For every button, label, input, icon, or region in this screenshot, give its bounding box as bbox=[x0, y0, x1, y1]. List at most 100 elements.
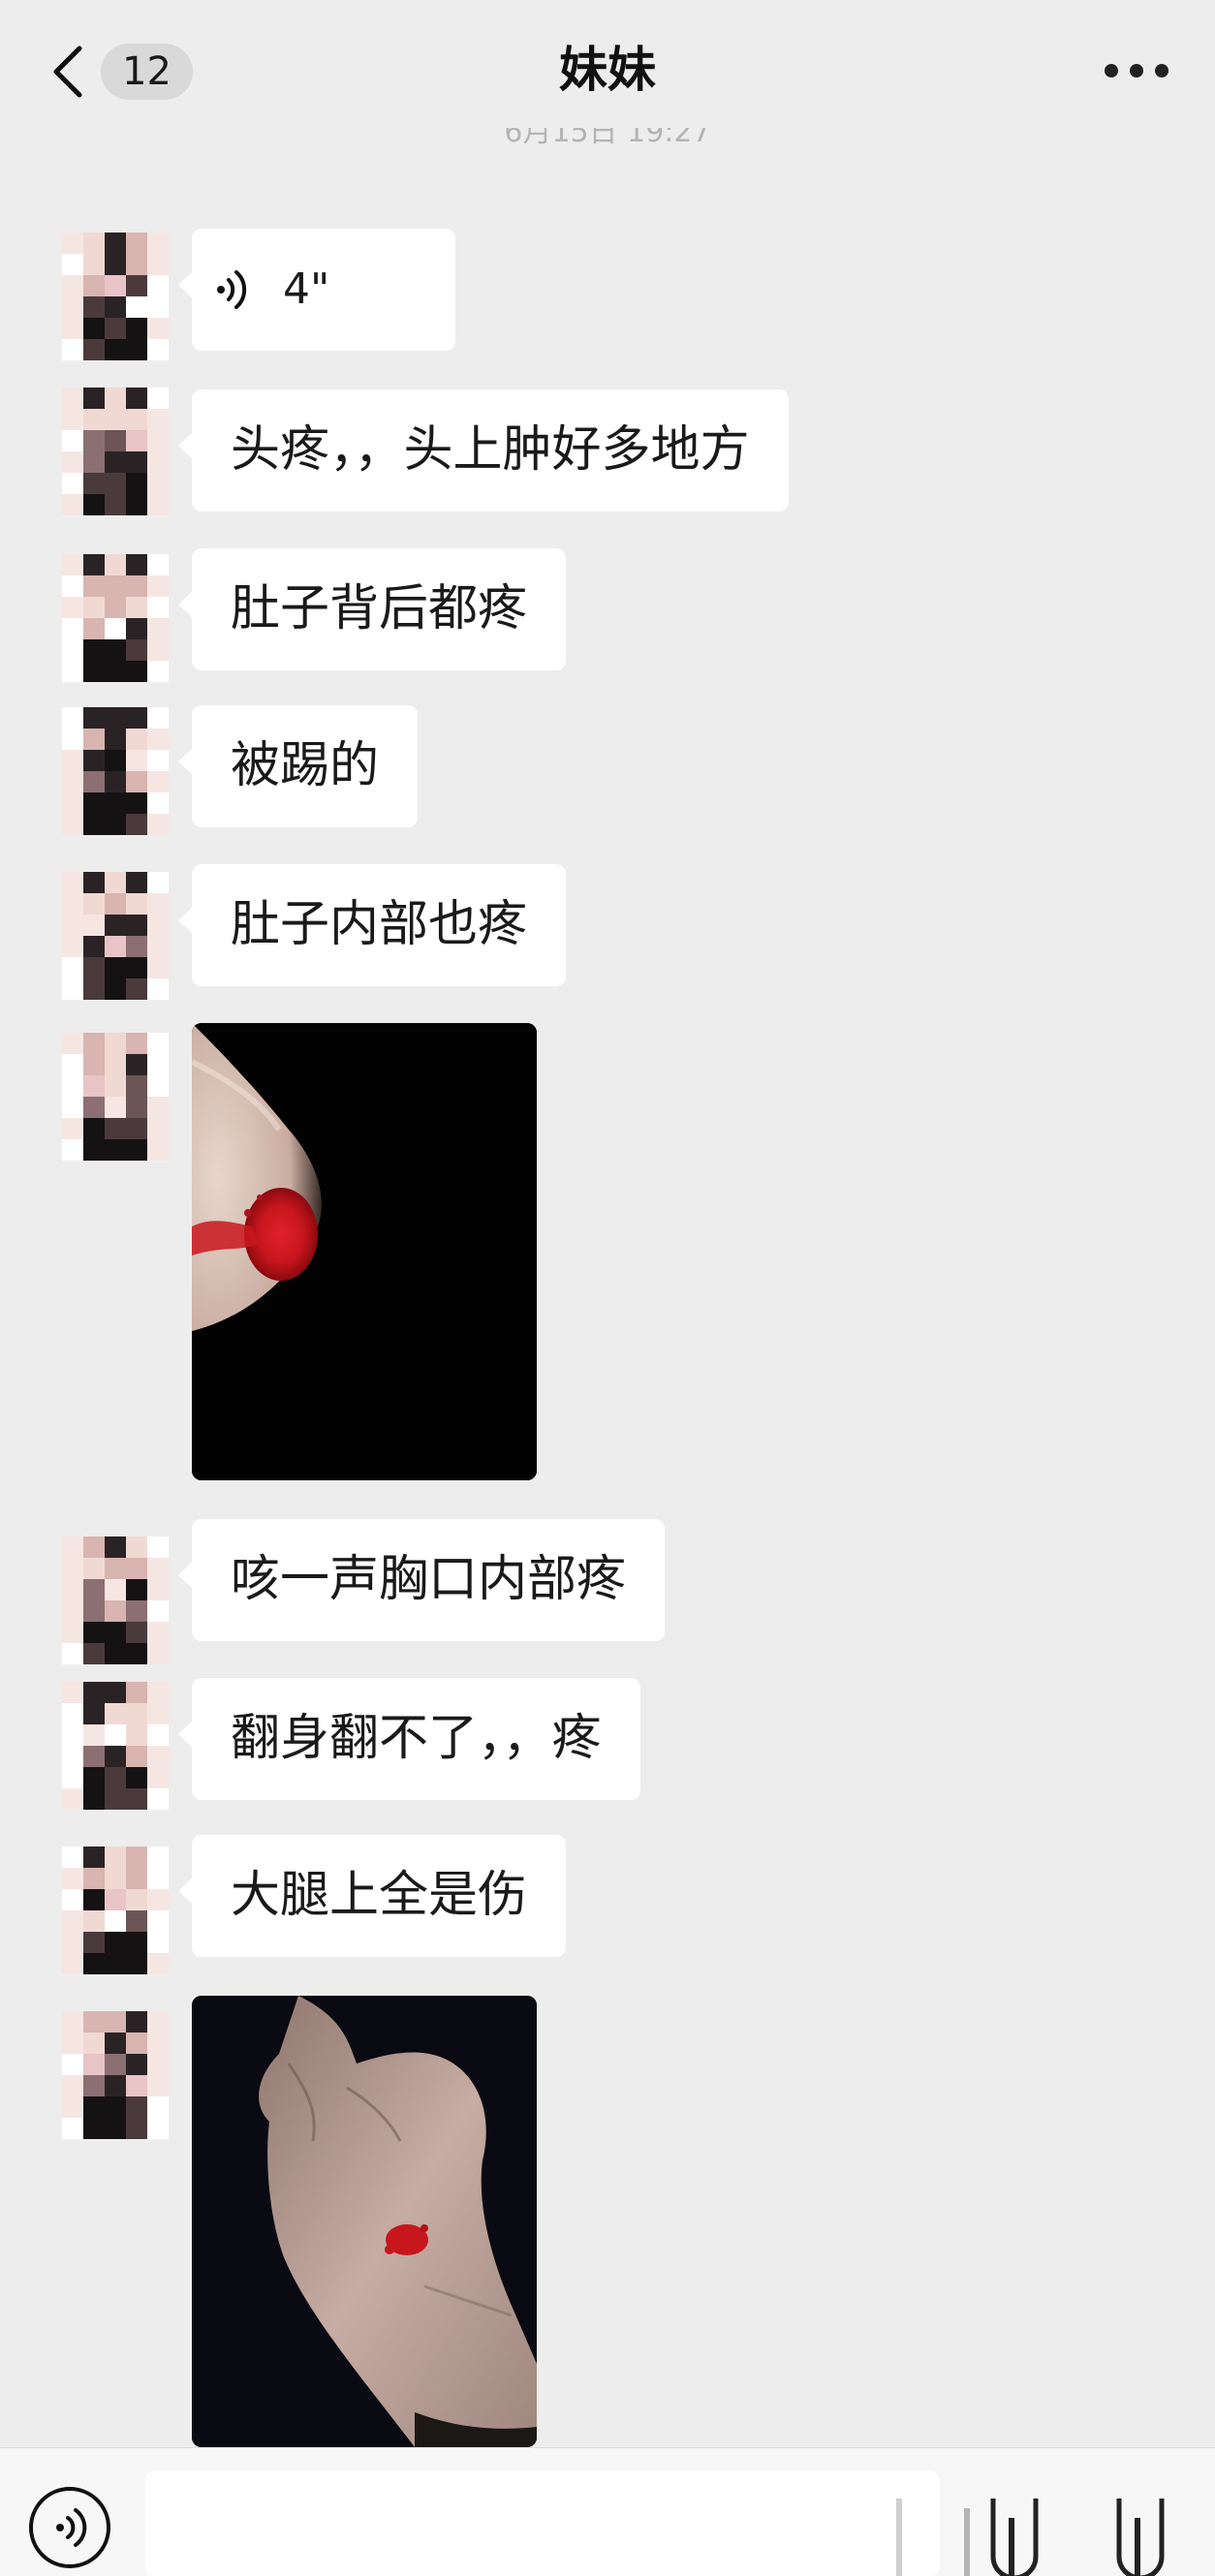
message-input[interactable] bbox=[145, 2471, 940, 2576]
avatar-pixel bbox=[126, 893, 147, 915]
chat-title: 妹妹 bbox=[559, 42, 656, 98]
avatar-pixel bbox=[126, 1703, 147, 1724]
avatar-pixel bbox=[83, 1932, 105, 1953]
avatar[interactable] bbox=[62, 1536, 169, 1666]
photo-message[interactable] bbox=[192, 1996, 537, 2447]
avatar-pixel bbox=[105, 1868, 126, 1889]
avatar-pixel bbox=[126, 915, 147, 936]
avatar-pixel bbox=[62, 2054, 83, 2075]
avatar[interactable] bbox=[62, 1033, 169, 1163]
avatar-pixel bbox=[83, 451, 105, 473]
avatar-pixel bbox=[62, 618, 83, 639]
chat-header: 12 妹妹 bbox=[0, 0, 1215, 145]
avatar-pixel bbox=[126, 339, 147, 360]
avatar-pixel bbox=[105, 978, 126, 1000]
avatar-pixel bbox=[126, 771, 147, 792]
text-message[interactable]: 被踢的 bbox=[177, 705, 419, 827]
avatar-pixel bbox=[105, 1847, 126, 1868]
avatar-pixel bbox=[62, 2075, 83, 2096]
avatar[interactable] bbox=[62, 707, 169, 837]
avatar[interactable] bbox=[62, 2011, 169, 2141]
avatar-pixel bbox=[147, 296, 169, 318]
avatar-pixel bbox=[147, 1868, 169, 1889]
avatar-pixel bbox=[83, 707, 105, 729]
avatar[interactable] bbox=[62, 233, 169, 362]
avatar-pixel bbox=[147, 494, 169, 515]
avatar-pixel bbox=[62, 554, 83, 575]
avatar-pixel bbox=[126, 1847, 147, 1868]
emoji-and-plus-icons[interactable] bbox=[887, 2469, 1206, 2576]
avatar-pixel bbox=[83, 296, 105, 318]
avatar-pixel bbox=[62, 1703, 83, 1724]
avatar-pixel bbox=[105, 296, 126, 318]
avatar-pixel bbox=[126, 1033, 147, 1054]
avatar-pixel bbox=[105, 729, 126, 750]
avatar-pixel bbox=[147, 1889, 169, 1910]
avatar-pixel bbox=[62, 430, 83, 451]
avatar-pixel bbox=[126, 1600, 147, 1622]
avatar-pixel bbox=[83, 1054, 105, 1075]
message-text: 被踢的 bbox=[231, 737, 380, 794]
avatar-pixel bbox=[62, 936, 83, 957]
voice-message[interactable]: 4" bbox=[178, 229, 455, 351]
avatar[interactable] bbox=[62, 1847, 169, 1976]
ellipsis-icon[interactable] bbox=[1105, 62, 1168, 81]
avatar-pixel bbox=[105, 2011, 126, 2033]
avatar-pixel bbox=[83, 339, 105, 360]
avatar-pixel bbox=[126, 1097, 147, 1118]
text-message[interactable]: 肚子内部也疼 bbox=[177, 864, 567, 986]
avatar-pixel bbox=[62, 1910, 83, 1932]
avatar-pixel bbox=[105, 1910, 126, 1932]
avatar-pixel bbox=[62, 2033, 83, 2054]
avatar-pixel bbox=[126, 2054, 147, 2075]
avatar-pixel bbox=[147, 388, 169, 409]
avatar-pixel bbox=[126, 451, 147, 473]
avatar[interactable] bbox=[62, 1682, 169, 1812]
avatar[interactable] bbox=[62, 554, 169, 684]
avatar-pixel bbox=[147, 1097, 169, 1118]
avatar-pixel bbox=[83, 1097, 105, 1118]
avatar-pixel bbox=[105, 254, 126, 275]
avatar-pixel bbox=[105, 575, 126, 597]
avatar-pixel bbox=[62, 1054, 83, 1075]
avatar-pixel bbox=[105, 1054, 126, 1075]
avatar-pixel bbox=[83, 1724, 105, 1746]
avatar-pixel bbox=[126, 2033, 147, 2054]
avatar[interactable] bbox=[62, 388, 169, 517]
avatar-pixel bbox=[147, 1622, 169, 1643]
avatar-pixel bbox=[62, 707, 83, 729]
photo-message[interactable] bbox=[192, 1023, 537, 1480]
message-text: 翻身翻不了，，疼 bbox=[231, 1710, 602, 1767]
text-message[interactable]: 翻身翻不了，，疼 bbox=[178, 1678, 640, 1800]
avatar-pixel bbox=[126, 2096, 147, 2118]
avatar-pixel bbox=[62, 2011, 83, 2033]
avatar-pixel bbox=[105, 957, 126, 978]
avatar-pixel bbox=[147, 1953, 169, 1974]
avatar-pixel bbox=[105, 1767, 126, 1788]
avatar-pixel bbox=[105, 2033, 126, 2054]
text-message[interactable]: 咳一声胸口内部疼 bbox=[177, 1519, 666, 1641]
avatar-pixel bbox=[83, 1622, 105, 1643]
avatar-pixel bbox=[62, 729, 83, 750]
avatar-pixel bbox=[126, 1558, 147, 1579]
avatar-pixel bbox=[147, 750, 169, 771]
avatar-pixel bbox=[62, 639, 83, 661]
voice-input-icon[interactable] bbox=[29, 2487, 110, 2568]
avatar-pixel bbox=[126, 750, 147, 771]
avatar-pixel bbox=[126, 1746, 147, 1767]
avatar-pixel bbox=[83, 2054, 105, 2075]
avatar[interactable] bbox=[62, 872, 169, 1002]
avatar-pixel bbox=[126, 792, 147, 814]
avatar-pixel bbox=[62, 771, 83, 792]
avatar-pixel bbox=[147, 473, 169, 494]
avatar-pixel bbox=[147, 1724, 169, 1746]
text-message[interactable]: 头疼，，头上肿好多地方 bbox=[178, 389, 789, 512]
avatar-pixel bbox=[105, 1724, 126, 1746]
avatar-pixel bbox=[126, 1118, 147, 1139]
text-message[interactable]: 肚子背后都疼 bbox=[177, 548, 567, 670]
text-message[interactable]: 大腿上全是伤 bbox=[177, 1835, 567, 1957]
avatar-pixel bbox=[83, 1889, 105, 1910]
avatar-pixel bbox=[126, 430, 147, 451]
avatar-pixel bbox=[62, 254, 83, 275]
avatar-pixel bbox=[105, 1889, 126, 1910]
